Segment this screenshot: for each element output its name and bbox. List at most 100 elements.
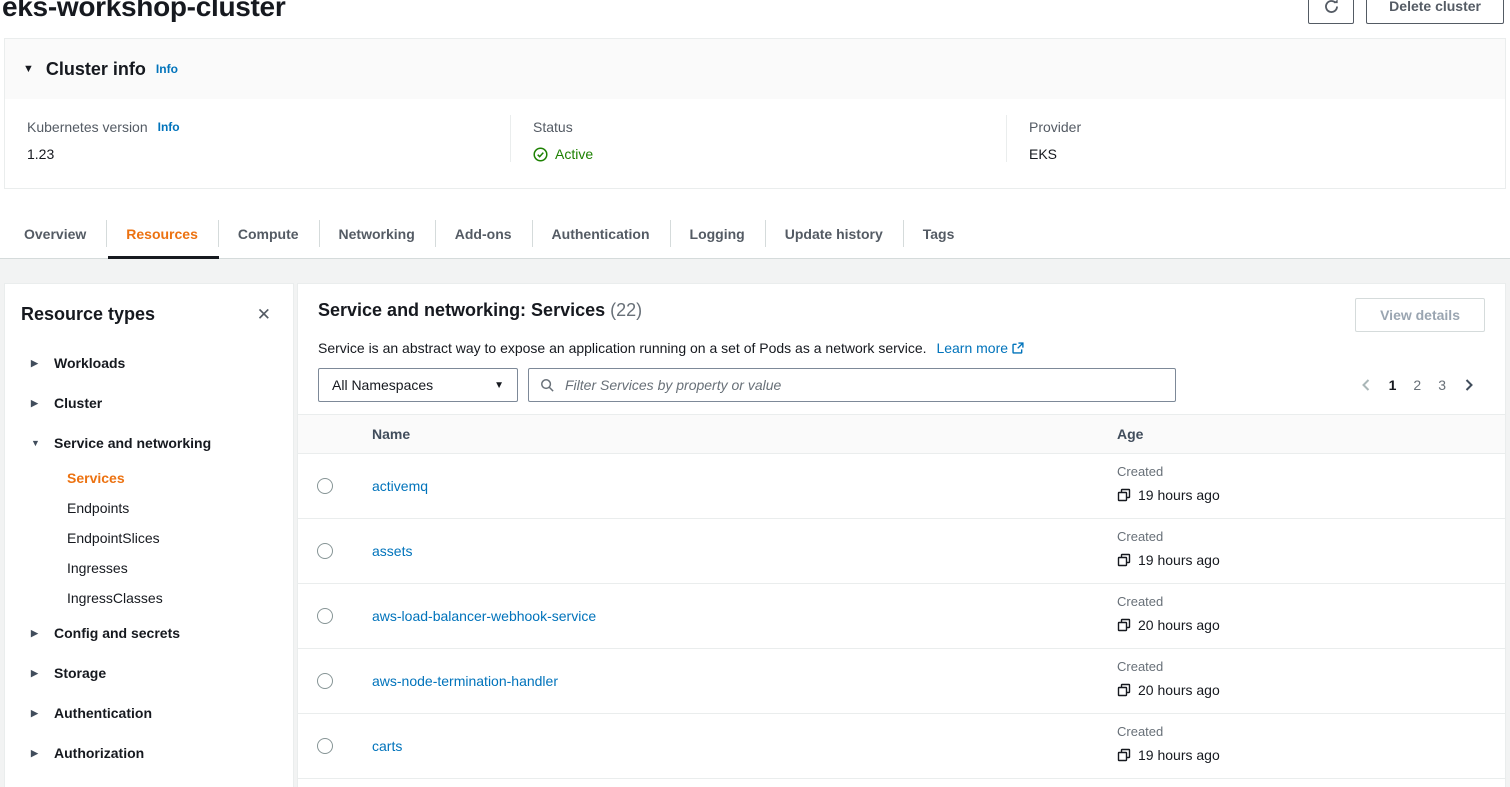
row-radio[interactable] (317, 478, 333, 494)
copy-icon[interactable] (1117, 553, 1131, 567)
sidebar-item[interactable]: ▶ Workloads (21, 343, 277, 383)
cluster-info-title: Cluster info (46, 59, 146, 80)
refresh-button[interactable] (1308, 0, 1354, 24)
sidebar-item[interactable]: ▶ Authentication (21, 693, 277, 733)
tab[interactable]: Add-ons (435, 211, 532, 258)
service-name-link[interactable]: activemq (372, 478, 428, 494)
tab[interactable]: Update history (765, 211, 903, 258)
table-controls: All Namespaces ▼ 1 2 3 (318, 368, 1485, 402)
expander-triangle-icon: ▶ (31, 668, 42, 679)
cluster-info-header[interactable]: ▼ Cluster info Info (5, 39, 1505, 99)
age-value: 19 hours ago (1138, 487, 1220, 503)
search-input[interactable] (563, 376, 1164, 394)
sidebar-item-label: Services (67, 470, 125, 486)
resource-types-panel: Resource types ✕ ▶ Workloads ▶ Cluster ▼… (4, 283, 294, 787)
sidebar-item-label: EndpointSlices (67, 530, 160, 546)
sidebar-item[interactable]: ▶ Cluster (21, 383, 277, 423)
service-name-link[interactable]: aws-load-balancer-webhook-service (372, 608, 596, 624)
copy-icon[interactable] (1117, 488, 1131, 502)
row-radio[interactable] (317, 738, 333, 754)
age-value: 20 hours ago (1138, 682, 1220, 698)
learn-more-link[interactable]: Learn more (936, 340, 1024, 356)
age-value: 19 hours ago (1138, 552, 1220, 568)
sidebar-item[interactable]: ▶ Storage (21, 653, 277, 693)
copy-icon[interactable] (1117, 683, 1131, 697)
services-description: Service is an abstract way to expose an … (318, 340, 1485, 356)
services-panel-title: Service and networking: Services (22) (318, 300, 642, 321)
expander-triangle-icon: ▶ (31, 708, 42, 719)
row-radio[interactable] (317, 608, 333, 624)
status-value: Active (555, 146, 593, 162)
age-value: 19 hours ago (1138, 747, 1220, 763)
sidebar-item[interactable]: ▼ Service and networking (21, 423, 277, 463)
age-cell: Created (1095, 779, 1505, 787)
sidebar-item-label: Authorization (54, 745, 144, 761)
expander-triangle-icon: ▶ (31, 628, 42, 639)
sidebar-item[interactable]: IngressClasses (21, 583, 277, 613)
copy-icon[interactable] (1117, 618, 1131, 632)
table-row: activemq Created 19 hours ago (298, 454, 1505, 519)
row-radio[interactable] (317, 543, 333, 559)
page-number[interactable]: 3 (1438, 377, 1446, 393)
created-label: Created (1117, 594, 1505, 609)
cluster-info-card: ▼ Cluster info Info Kubernetes version I… (4, 38, 1506, 189)
status-badge: Active (533, 146, 984, 162)
service-name-link[interactable]: assets (372, 543, 412, 559)
age-value: 20 hours ago (1138, 617, 1220, 633)
header-actions: Delete cluster (1308, 0, 1504, 24)
namespace-filter-select[interactable]: All Namespaces ▼ (318, 368, 518, 402)
sidebar-item-label: Config and secrets (54, 625, 180, 641)
tab[interactable]: Networking (319, 211, 435, 258)
next-page-icon[interactable] (1463, 378, 1475, 392)
created-label: Created (1117, 659, 1505, 674)
service-name-link[interactable]: aws-node-termination-handler (372, 673, 558, 689)
tab[interactable]: Compute (218, 211, 319, 258)
close-icon[interactable]: ✕ (251, 305, 277, 325)
kubernetes-version-value: 1.23 (27, 146, 488, 162)
created-label: Created (1117, 529, 1505, 544)
services-panel: Service and networking: Services (22) Vi… (297, 283, 1506, 787)
page-number[interactable]: 2 (1413, 377, 1421, 393)
age-cell: Created 19 hours ago (1095, 519, 1505, 583)
expander-triangle-icon: ▶ (31, 748, 42, 759)
sidebar-item-label: Storage (54, 665, 106, 681)
created-label: Created (1117, 724, 1505, 739)
sidebar-item[interactable]: EndpointSlices (21, 523, 277, 553)
copy-icon[interactable] (1117, 748, 1131, 762)
field-status: Status Active (510, 115, 1006, 162)
cluster-info-info-link[interactable]: Info (156, 62, 178, 76)
field-kubernetes-version: Kubernetes version Info 1.23 (5, 115, 510, 162)
table-row: carts Created 19 hours ago (298, 714, 1505, 779)
refresh-icon (1323, 0, 1340, 15)
sidebar-item-label: Service and networking (54, 435, 211, 451)
page-number[interactable]: 1 (1389, 377, 1397, 393)
tab[interactable]: Overview (4, 211, 106, 258)
tab[interactable]: Authentication (532, 211, 670, 258)
row-radio[interactable] (317, 673, 333, 689)
learn-more-label: Learn more (936, 340, 1008, 356)
sidebar-item-label: IngressClasses (67, 590, 163, 606)
kubernetes-version-info-link[interactable]: Info (158, 120, 180, 134)
tab[interactable]: Resources (106, 211, 218, 258)
resources-content: Resource types ✕ ▶ Workloads ▶ Cluster ▼… (0, 259, 1510, 787)
sidebar-item[interactable]: Endpoints (21, 493, 277, 523)
view-details-button[interactable]: View details (1355, 298, 1485, 332)
sidebar-item[interactable]: Services (21, 463, 277, 493)
previous-page-icon[interactable] (1360, 378, 1372, 392)
services-description-text: Service is an abstract way to expose an … (318, 340, 927, 356)
status-label: Status (533, 119, 573, 135)
cluster-title: eks-workshop-cluster (2, 0, 285, 23)
table-row: Created (298, 779, 1505, 787)
sidebar-item[interactable]: ▶ Authorization (21, 733, 277, 773)
sidebar-item[interactable]: ▶ Config and secrets (21, 613, 277, 653)
tab[interactable]: Logging (670, 211, 765, 258)
service-name-link[interactable]: carts (372, 738, 402, 754)
table-header: Name Age (298, 414, 1505, 454)
expander-triangle-icon: ▶ (31, 398, 42, 409)
delete-cluster-button[interactable]: Delete cluster (1366, 0, 1504, 24)
chevron-down-icon: ▼ (494, 380, 504, 391)
sidebar-item-label: Workloads (54, 355, 125, 371)
tab[interactable]: Tags (903, 211, 975, 258)
sidebar-item[interactable]: Ingresses (21, 553, 277, 583)
collapse-caret-icon[interactable]: ▼ (23, 63, 34, 75)
